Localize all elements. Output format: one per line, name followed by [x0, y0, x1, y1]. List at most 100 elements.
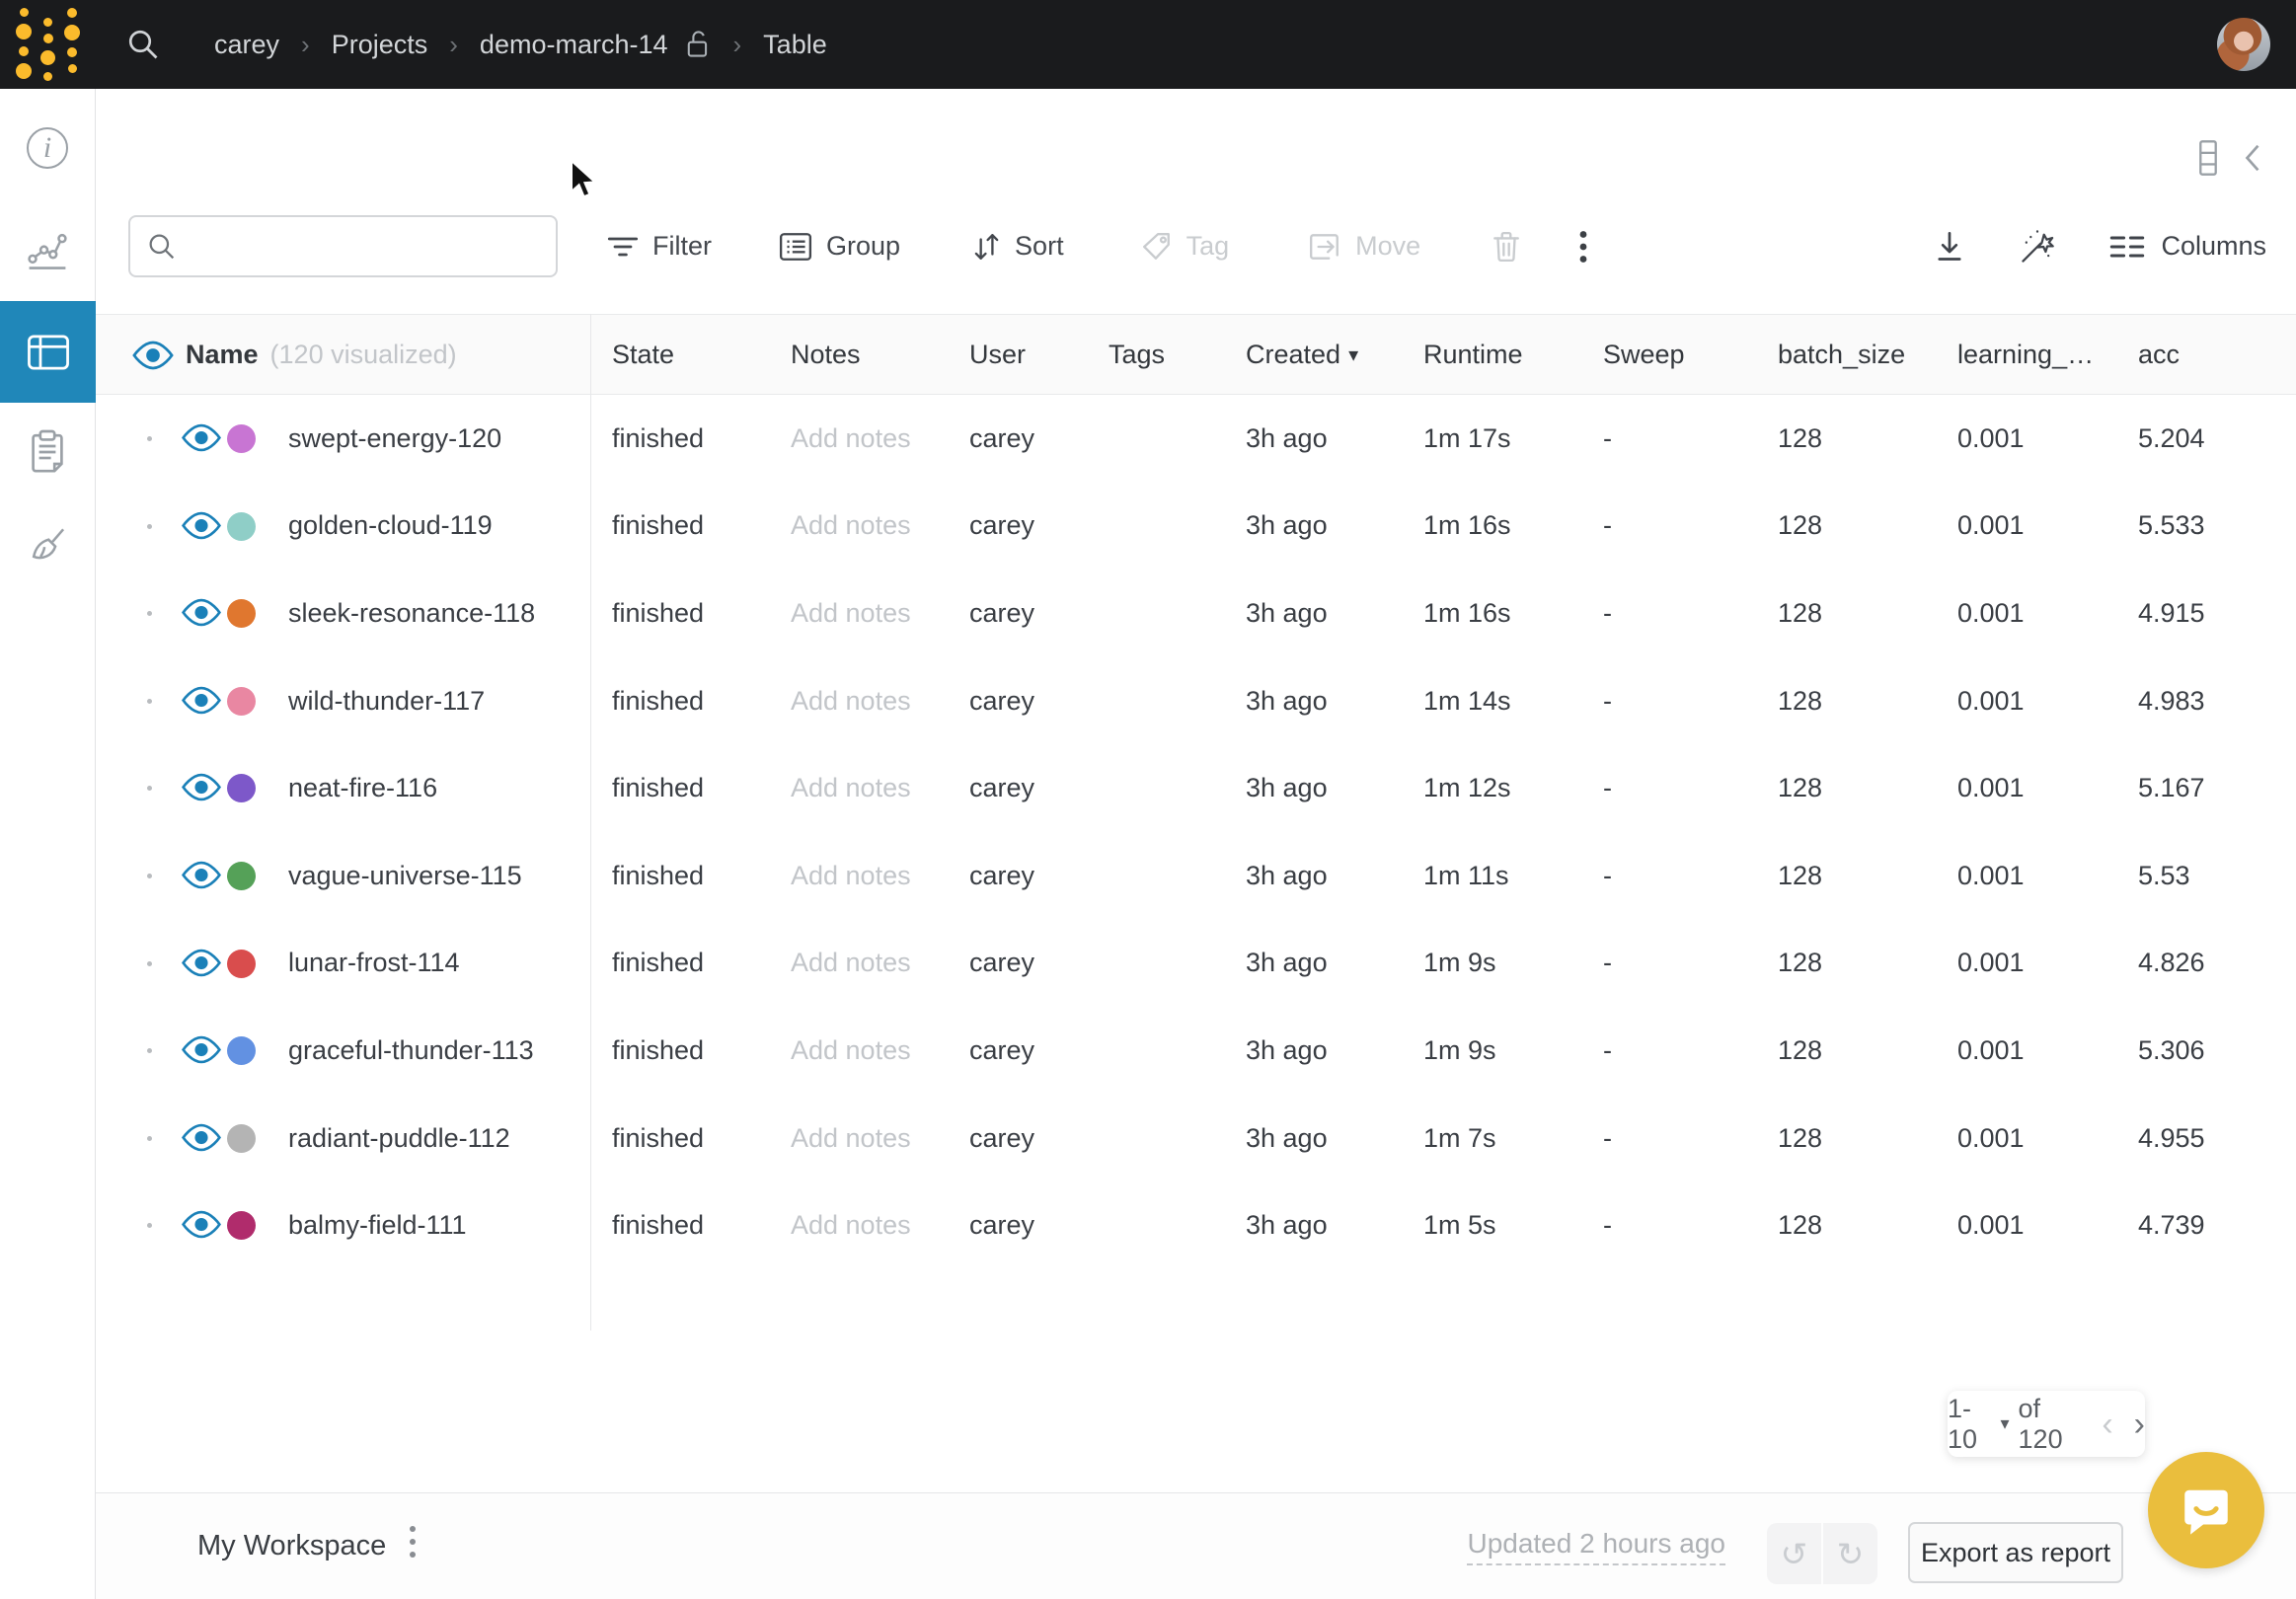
- undo-button[interactable]: ↺: [1767, 1523, 1823, 1584]
- user-avatar[interactable]: [2217, 18, 2270, 71]
- drag-handle[interactable]: [147, 611, 152, 616]
- workspace-menu-kebab-icon[interactable]: [410, 1526, 416, 1558]
- cell-notes[interactable]: Add notes: [791, 1007, 911, 1095]
- column-header-sweep[interactable]: Sweep: [1603, 315, 1685, 394]
- visualize-eye-icon[interactable]: [181, 423, 222, 457]
- cell-user: carey: [969, 744, 1034, 832]
- drag-handle[interactable]: [147, 524, 152, 529]
- visualize-eye-icon[interactable]: [181, 773, 222, 806]
- drag-handle[interactable]: [147, 1048, 152, 1053]
- breadcrumb-projects[interactable]: Projects: [332, 30, 428, 60]
- cell-notes[interactable]: Add notes: [791, 1095, 911, 1182]
- run-name-link[interactable]: balmy-field-111: [288, 1181, 467, 1269]
- visualize-eye-icon[interactable]: [181, 511, 222, 545]
- run-name-link[interactable]: lunar-frost-114: [288, 920, 460, 1008]
- page-size-caret-icon[interactable]: ▾: [2000, 1413, 2009, 1434]
- breadcrumb-table[interactable]: Table: [763, 30, 827, 60]
- run-name-link[interactable]: golden-cloud-119: [288, 483, 493, 571]
- run-name-link[interactable]: swept-energy-120: [288, 395, 501, 483]
- column-header-acc[interactable]: acc: [2138, 315, 2180, 394]
- magic-wand-button[interactable]: [2019, 228, 2056, 266]
- table-header-row: Name (120 visualized) State Notes User Tags…: [96, 314, 2296, 395]
- wandb-logo[interactable]: [0, 0, 96, 89]
- sidebar-item-notes[interactable]: [0, 403, 95, 501]
- cell-notes[interactable]: Add notes: [791, 1181, 911, 1269]
- runs-search-input[interactable]: [190, 231, 545, 262]
- column-header-notes[interactable]: Notes: [791, 315, 861, 394]
- more-actions-button[interactable]: [1578, 230, 1588, 264]
- breadcrumb-entity[interactable]: carey: [214, 30, 279, 60]
- column-header-tags[interactable]: Tags: [1109, 315, 1165, 394]
- table-row: radiant-puddle-112finishedAdd notescarey…: [96, 1095, 2296, 1182]
- table-row: balmy-field-111finishedAdd notescarey3h …: [96, 1181, 2296, 1269]
- drag-handle[interactable]: [147, 961, 152, 966]
- cell-created: 3h ago: [1246, 657, 1328, 745]
- cell-notes[interactable]: Add notes: [791, 657, 911, 745]
- run-name-link[interactable]: vague-universe-115: [288, 832, 522, 920]
- tag-button[interactable]: Tag: [1141, 231, 1230, 263]
- export-csv-button[interactable]: [1934, 230, 1965, 264]
- visualize-eye-icon[interactable]: [181, 1035, 222, 1069]
- run-name-link[interactable]: radiant-puddle-112: [288, 1095, 510, 1182]
- cell-state: finished: [612, 832, 704, 920]
- cell-notes[interactable]: Add notes: [791, 395, 911, 483]
- collapse-panel-icon[interactable]: [2243, 143, 2262, 173]
- sidebar-item-overview[interactable]: i: [0, 99, 95, 197]
- delete-button[interactable]: [1492, 231, 1521, 263]
- cell-notes[interactable]: Add notes: [791, 570, 911, 657]
- workspace-selector[interactable]: My Workspace: [197, 1493, 386, 1599]
- columns-button[interactable]: Columns: [2109, 231, 2266, 262]
- move-button[interactable]: Move: [1308, 231, 1420, 262]
- sidebar-item-runs-table[interactable]: [0, 301, 96, 403]
- drag-handle[interactable]: [147, 874, 152, 878]
- breadcrumb-separator: ›: [733, 30, 742, 60]
- global-search-icon[interactable]: [114, 15, 173, 74]
- sidebar-item-sweeps[interactable]: [0, 496, 95, 595]
- visualize-eye-icon[interactable]: [181, 686, 222, 720]
- drag-handle[interactable]: [147, 786, 152, 791]
- drag-handle[interactable]: [147, 699, 152, 704]
- visualize-eye-icon[interactable]: [181, 1210, 222, 1244]
- column-header-user[interactable]: User: [969, 315, 1026, 394]
- export-as-report-button[interactable]: Export as report: [1908, 1522, 2123, 1583]
- drag-handle[interactable]: [147, 1136, 152, 1141]
- run-name-link[interactable]: wild-thunder-117: [288, 657, 485, 745]
- cell-user: carey: [969, 832, 1034, 920]
- visualize-eye-icon[interactable]: [181, 949, 222, 982]
- visualize-eye-icon[interactable]: [181, 598, 222, 632]
- breadcrumb-project-name[interactable]: demo-march-14: [480, 30, 668, 60]
- cell-notes[interactable]: Add notes: [791, 832, 911, 920]
- visualize-eye-icon[interactable]: [181, 861, 222, 894]
- run-name-link[interactable]: graceful-thunder-113: [288, 1007, 534, 1095]
- cell-notes[interactable]: Add notes: [791, 483, 911, 571]
- redo-button[interactable]: ↻: [1823, 1523, 1877, 1584]
- filter-button[interactable]: Filter: [607, 231, 712, 262]
- runs-search-box[interactable]: [128, 215, 558, 277]
- cell-acc: 5.533: [2138, 483, 2205, 571]
- run-name-link[interactable]: sleek-resonance-118: [288, 570, 535, 657]
- help-chat-button[interactable]: [2148, 1452, 2264, 1568]
- panel-layout-icon[interactable]: [2199, 140, 2217, 176]
- visualize-all-eye-icon[interactable]: [131, 341, 175, 375]
- drag-handle[interactable]: [147, 1223, 152, 1228]
- drag-handle[interactable]: [147, 436, 152, 441]
- group-button[interactable]: Group: [779, 231, 900, 262]
- column-header-learning-[interactable]: learning_…: [1957, 315, 2094, 394]
- last-updated[interactable]: Updated 2 hours ago: [1467, 1493, 1725, 1599]
- run-name-link[interactable]: neat-fire-116: [288, 744, 437, 832]
- cell-notes[interactable]: Add notes: [791, 920, 911, 1008]
- sort-button[interactable]: Sort: [971, 231, 1064, 263]
- sidebar-item-charts[interactable]: [0, 199, 95, 298]
- cell-sweep: -: [1603, 395, 1612, 483]
- cell-notes[interactable]: Add notes: [791, 744, 911, 832]
- cell-created: 3h ago: [1246, 1181, 1328, 1269]
- column-header-runtime[interactable]: Runtime: [1423, 315, 1523, 394]
- column-header-created[interactable]: Created▾: [1246, 315, 1358, 394]
- visualize-eye-icon[interactable]: [181, 1123, 222, 1157]
- column-header-name[interactable]: Name (120 visualized): [186, 315, 457, 394]
- column-header-state[interactable]: State: [612, 315, 674, 394]
- page-range[interactable]: 1-10: [1948, 1394, 1991, 1455]
- column-header-batch-size[interactable]: batch_size: [1778, 315, 1905, 394]
- cell-state: finished: [612, 483, 704, 571]
- cell-batch-size: 128: [1778, 570, 1822, 657]
